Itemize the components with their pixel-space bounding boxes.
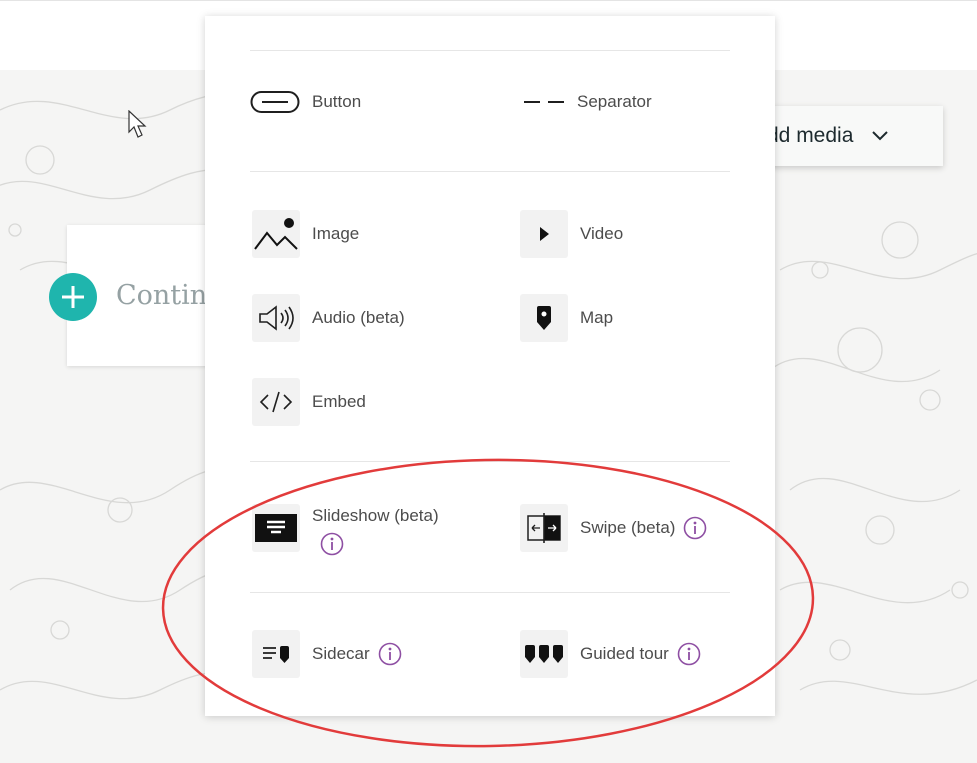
- menu-item-audio[interactable]: Audio (beta): [252, 294, 405, 342]
- video-icon: [520, 210, 568, 258]
- swipe-icon: [520, 504, 568, 552]
- separator-icon: [524, 101, 564, 103]
- speaker-icon: [252, 294, 300, 342]
- plus-icon: [62, 286, 84, 308]
- menu-item-guided-tour[interactable]: Guided tour: [520, 630, 701, 678]
- image-label: Image: [312, 224, 360, 243]
- button-shape-icon: [250, 91, 300, 113]
- info-icon[interactable]: [683, 516, 707, 540]
- slideshow-label: Slideshow (beta): [312, 506, 439, 525]
- menu-item-slideshow[interactable]: Slideshow (beta): [252, 504, 439, 556]
- info-icon[interactable]: [677, 642, 701, 666]
- code-icon: [252, 378, 300, 426]
- separator-label: Separator: [577, 92, 652, 111]
- menu-item-image[interactable]: Image: [252, 210, 359, 258]
- add-media-button[interactable]: dd media: [757, 106, 943, 166]
- menu-item-sidecar[interactable]: Sidecar: [252, 630, 402, 678]
- audio-label: Audio (beta): [312, 308, 405, 327]
- insert-content-menu: Button Separator Image Video Audio (beta…: [205, 16, 775, 716]
- map-label: Map: [580, 308, 614, 327]
- mouse-cursor-icon: [128, 109, 150, 145]
- chevron-down-icon: [871, 130, 889, 142]
- continue-placeholder[interactable]: Contin: [116, 280, 207, 311]
- menu-item-map[interactable]: Map: [520, 294, 613, 342]
- menu-item-separator[interactable]: Separator: [523, 90, 652, 114]
- map-pin-icon: [520, 294, 568, 342]
- embed-label: Embed: [312, 392, 366, 411]
- menu-item-video[interactable]: Video: [520, 210, 623, 258]
- menu-item-swipe[interactable]: Swipe (beta): [520, 504, 707, 552]
- menu-item-embed[interactable]: Embed: [252, 378, 366, 426]
- guided-tour-label: Guided tour: [580, 644, 669, 663]
- add-media-label: dd media: [767, 124, 854, 147]
- menu-divider: [250, 592, 730, 593]
- menu-divider: [250, 461, 730, 462]
- info-icon[interactable]: [378, 642, 402, 666]
- menu-divider: [250, 171, 730, 172]
- button-label: Button: [312, 92, 362, 111]
- video-label: Video: [580, 224, 624, 243]
- info-icon[interactable]: [320, 532, 344, 556]
- guided-tour-icon: [520, 630, 568, 678]
- image-icon: [252, 210, 300, 258]
- menu-divider: [250, 50, 730, 51]
- swipe-label: Swipe (beta): [580, 518, 676, 537]
- slideshow-icon: [252, 504, 300, 552]
- add-content-button[interactable]: [49, 273, 97, 321]
- menu-item-button[interactable]: Button: [250, 90, 361, 114]
- sidecar-icon: [252, 630, 300, 678]
- sidecar-label: Sidecar: [312, 644, 370, 663]
